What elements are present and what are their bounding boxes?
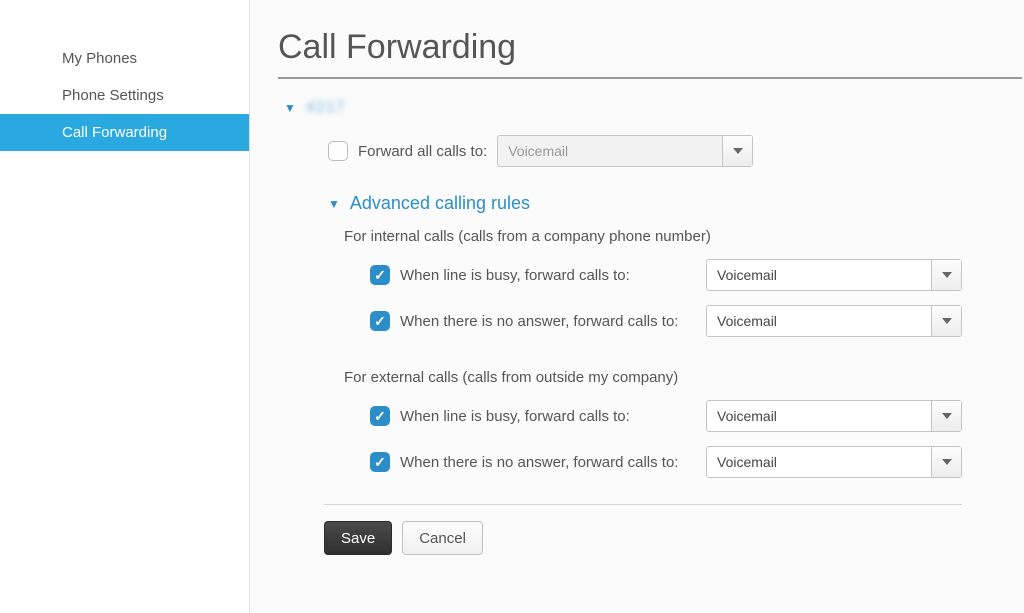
internal-busy-checkbox[interactable] (370, 265, 390, 285)
external-busy-label: When line is busy, forward calls to: (400, 408, 696, 425)
forward-all-label: Forward all calls to: (358, 143, 487, 160)
external-calls-title: For external calls (calls from outside m… (344, 369, 1024, 386)
forward-all-select-value: Voicemail (508, 143, 568, 159)
line-header[interactable]: ▼ 4217 (284, 99, 1024, 117)
line-section: ▼ 4217 Forward all calls to: Voicemail ▼… (278, 99, 1024, 555)
external-busy-select-value: Voicemail (717, 408, 777, 424)
sidebar: My Phones Phone Settings Call Forwarding (0, 0, 249, 613)
external-no-answer-row: When there is no answer, forward calls t… (370, 446, 1024, 478)
internal-no-answer-label: When there is no answer, forward calls t… (400, 313, 696, 330)
advanced-rules-title: Advanced calling rules (350, 193, 530, 214)
internal-calls-group: For internal calls (calls from a company… (344, 228, 1024, 337)
forward-all-row: Forward all calls to: Voicemail (328, 135, 1024, 167)
sidebar-item-phone-settings[interactable]: Phone Settings (0, 77, 249, 114)
save-button[interactable]: Save (324, 521, 392, 555)
external-no-answer-select[interactable]: Voicemail (706, 446, 962, 478)
external-busy-select[interactable]: Voicemail (706, 400, 962, 432)
sidebar-item-my-phones[interactable]: My Phones (0, 40, 249, 77)
external-calls-group: For external calls (calls from outside m… (344, 369, 1024, 478)
external-busy-row: When line is busy, forward calls to: Voi… (370, 400, 1024, 432)
cancel-button[interactable]: Cancel (402, 521, 483, 555)
internal-busy-select-value: Voicemail (717, 267, 777, 283)
internal-no-answer-select-value: Voicemail (717, 313, 777, 329)
internal-no-answer-select[interactable]: Voicemail (706, 305, 962, 337)
action-buttons: Save Cancel (324, 521, 1024, 555)
external-no-answer-select-value: Voicemail (717, 454, 777, 470)
external-no-answer-checkbox[interactable] (370, 452, 390, 472)
chevron-down-icon (931, 401, 961, 431)
external-no-answer-label: When there is no answer, forward calls t… (400, 454, 696, 471)
internal-no-answer-row: When there is no answer, forward calls t… (370, 305, 1024, 337)
title-divider (278, 77, 1022, 79)
main-content: Call Forwarding ▼ 4217 Forward all calls… (249, 0, 1024, 613)
external-busy-checkbox[interactable] (370, 406, 390, 426)
internal-busy-select[interactable]: Voicemail (706, 259, 962, 291)
sidebar-item-call-forwarding[interactable]: Call Forwarding (0, 114, 249, 151)
chevron-down-icon (931, 447, 961, 477)
internal-no-answer-checkbox[interactable] (370, 311, 390, 331)
chevron-down-icon: ▼ (328, 197, 340, 211)
line-label: 4217 (306, 99, 346, 117)
chevron-down-icon (931, 260, 961, 290)
internal-busy-label: When line is busy, forward calls to: (400, 267, 696, 284)
chevron-down-icon: ▼ (284, 101, 296, 115)
internal-busy-row: When line is busy, forward calls to: Voi… (370, 259, 1024, 291)
button-divider (324, 504, 962, 505)
internal-calls-title: For internal calls (calls from a company… (344, 228, 1024, 245)
advanced-rules-header[interactable]: ▼ Advanced calling rules (328, 193, 1024, 214)
forward-all-select[interactable]: Voicemail (497, 135, 753, 167)
chevron-down-icon (931, 306, 961, 336)
forward-all-checkbox[interactable] (328, 141, 348, 161)
chevron-down-icon (722, 136, 752, 166)
page-title: Call Forwarding (278, 28, 1024, 67)
